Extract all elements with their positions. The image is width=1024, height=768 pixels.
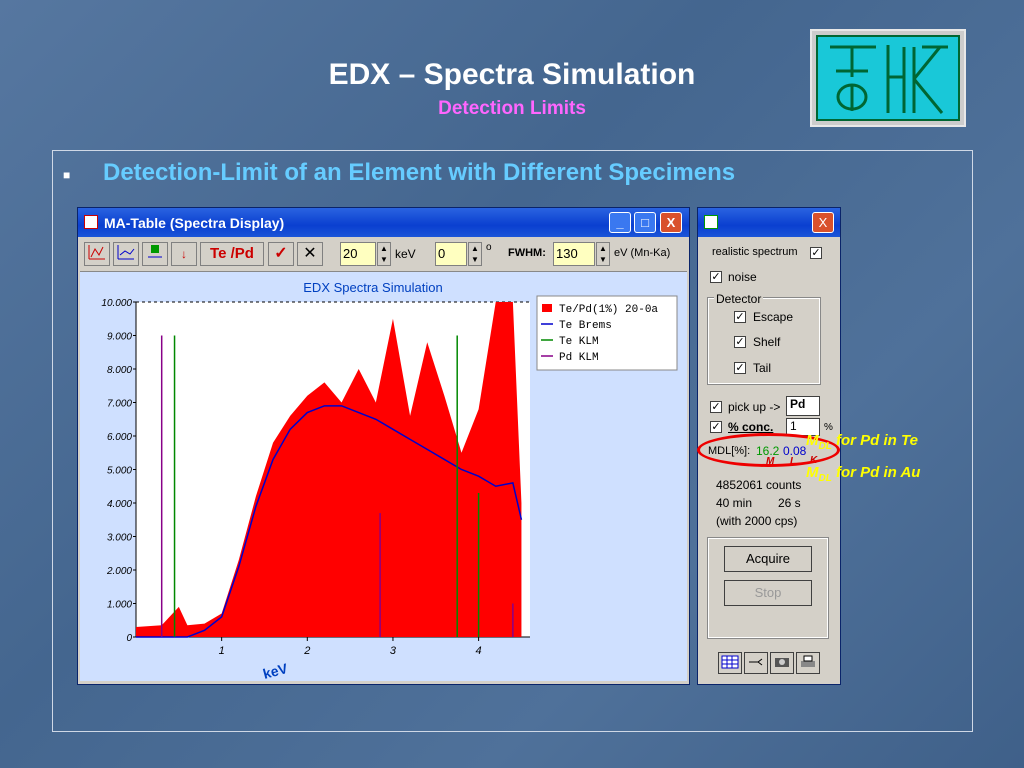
legend-label: Pd KLM bbox=[559, 352, 599, 364]
pickup-label: pick up -> bbox=[728, 400, 781, 414]
y-tick-label: 9.000 bbox=[107, 332, 132, 343]
tail-checkbox[interactable]: ✓ bbox=[734, 362, 746, 374]
ann2-m: M bbox=[806, 464, 819, 481]
element-icon bbox=[148, 245, 162, 258]
degree-label: o bbox=[486, 242, 492, 253]
bullet-icon: ■ bbox=[63, 168, 71, 182]
spectrum-chart: EDX Spectra Simulation 0 1.000 2.000 3.000 4.… bbox=[101, 280, 678, 682]
panel-close-button[interactable]: X bbox=[812, 212, 834, 233]
y-tick-label: 0 bbox=[126, 633, 132, 644]
element-pair-button[interactable]: Te /Pd bbox=[200, 242, 264, 266]
down-arrow-button[interactable]: ↓ bbox=[171, 242, 197, 266]
spectra-window[interactable]: MA-Table (Spectra Display) _ □ X ↓ Te /P… bbox=[77, 207, 690, 685]
pickup-element-input[interactable]: Pd bbox=[786, 396, 820, 416]
escape-checkbox[interactable]: ✓ bbox=[734, 311, 746, 323]
noise-label: noise bbox=[728, 270, 757, 284]
fwhm-spinner[interactable]: ▲ ▼ bbox=[596, 242, 610, 266]
ann2-sub: DL bbox=[818, 473, 832, 484]
annotation-pd-in-au: MDL for Pd in Au bbox=[806, 464, 920, 484]
y-tick-label: 1.000 bbox=[107, 600, 132, 611]
ann1-text: for Pd in Te bbox=[831, 432, 918, 449]
legend-label: Te Brems bbox=[559, 320, 612, 332]
x-tick-label: 3 bbox=[390, 645, 397, 657]
panel-app-icon bbox=[704, 215, 718, 229]
y-tick-label: 5.000 bbox=[107, 466, 132, 477]
kev-input[interactable]: 20 bbox=[340, 242, 376, 266]
fwhm-input[interactable]: 130 bbox=[553, 242, 595, 266]
table-icon bbox=[721, 655, 739, 669]
legend-swatch bbox=[542, 304, 552, 312]
detector-label: Detector bbox=[714, 292, 764, 306]
annotation-pd-in-te: MDL for Pd in Te bbox=[806, 432, 918, 452]
ok-check-button[interactable]: ✓ bbox=[268, 242, 294, 266]
legend-label: Te/Pd(1%) 20-0a bbox=[559, 304, 658, 316]
minimize-button[interactable]: _ bbox=[609, 212, 631, 233]
angle-input[interactable]: 0 bbox=[435, 242, 467, 266]
panel-titlebar: X bbox=[698, 208, 840, 237]
x-tick-label: 4 bbox=[476, 645, 482, 657]
realistic-checkbox[interactable]: ✓ bbox=[810, 247, 822, 259]
conc-label: % conc. bbox=[728, 420, 774, 434]
x-tick-label: 1 bbox=[219, 645, 225, 657]
counts-text: 4852061 counts bbox=[716, 478, 802, 492]
x-axis-label: keV bbox=[261, 660, 290, 682]
hand-icon bbox=[749, 658, 763, 666]
cancel-x-button[interactable]: ✕ bbox=[297, 242, 323, 266]
chart-title: EDX Spectra Simulation bbox=[303, 280, 442, 295]
fwhm-label: FWHM: bbox=[508, 247, 546, 259]
conc-checkbox[interactable]: ✓ bbox=[710, 421, 722, 433]
stop-button[interactable]: Stop bbox=[724, 580, 812, 606]
hand-icon-button[interactable] bbox=[744, 652, 768, 674]
logo-graphic bbox=[830, 45, 948, 114]
toolbar: ↓ Te /Pd ✓ ✕ 20 ▲ ▼ keV 0 ▲ ▼ o FWHM: 130 … bbox=[78, 239, 689, 269]
institute-logo bbox=[810, 29, 966, 127]
noise-checkbox[interactable]: ✓ bbox=[710, 271, 722, 283]
legend-label: Te KLM bbox=[559, 336, 599, 348]
camera-icon-button[interactable] bbox=[770, 652, 794, 674]
y-tick-label: 10.000 bbox=[101, 298, 132, 309]
realistic-label: realistic spectrum bbox=[712, 246, 798, 258]
ann1-m: M bbox=[806, 432, 819, 449]
fwhm-unit: eV (Mn-Ka) bbox=[614, 247, 671, 259]
pickup-checkbox[interactable]: ✓ bbox=[710, 401, 722, 413]
tail-label: Tail bbox=[753, 361, 772, 375]
window-title: MA-Table (Spectra Display) bbox=[104, 215, 285, 231]
ann1-sub: DL bbox=[818, 441, 832, 452]
printer-icon bbox=[801, 655, 815, 667]
time-sec-text: 26 s bbox=[778, 496, 801, 510]
y-tick-label: 7.000 bbox=[107, 399, 132, 410]
maximize-button[interactable]: □ bbox=[634, 212, 656, 233]
y-tick-label: 3.000 bbox=[107, 533, 132, 544]
ann2-text: for Pd in Au bbox=[831, 464, 921, 481]
kev-label: keV bbox=[395, 247, 416, 261]
cps-text: (with 2000 cps) bbox=[716, 514, 798, 528]
spectrum-icon-button[interactable] bbox=[84, 242, 110, 266]
spectrum-plot[interactable]: EDX Spectra Simulation 0 1.000 2.000 3.000 4.… bbox=[80, 271, 687, 682]
app-icon bbox=[84, 215, 98, 229]
table-icon-button[interactable] bbox=[718, 652, 742, 674]
close-button[interactable]: X bbox=[660, 212, 682, 233]
spectrum-icon bbox=[88, 245, 105, 260]
compare-icon-button[interactable] bbox=[113, 242, 139, 266]
acquire-button[interactable]: Acquire bbox=[724, 546, 812, 572]
shelf-label: Shelf bbox=[753, 335, 781, 349]
y-tick-label: 8.000 bbox=[107, 365, 132, 376]
kev-spinner[interactable]: ▲ ▼ bbox=[377, 242, 391, 266]
bullet-headline: Detection-Limit of an Element with Diffe… bbox=[103, 159, 736, 186]
element-icon-button[interactable] bbox=[142, 242, 168, 266]
angle-spinner[interactable]: ▲ ▼ bbox=[468, 242, 482, 266]
y-tick-label: 4.000 bbox=[107, 499, 132, 510]
compare-icon bbox=[117, 245, 135, 260]
camera-icon bbox=[775, 658, 789, 667]
printer-icon-button[interactable] bbox=[796, 652, 820, 674]
escape-label: Escape bbox=[753, 310, 794, 324]
time-min-text: 40 min bbox=[716, 496, 753, 510]
y-tick-label: 2.000 bbox=[106, 566, 132, 577]
shelf-checkbox[interactable]: ✓ bbox=[734, 336, 746, 348]
y-tick-label: 6.000 bbox=[107, 432, 132, 443]
x-tick-label: 2 bbox=[303, 645, 310, 657]
window-titlebar[interactable]: MA-Table (Spectra Display) _ □ X bbox=[78, 208, 689, 237]
